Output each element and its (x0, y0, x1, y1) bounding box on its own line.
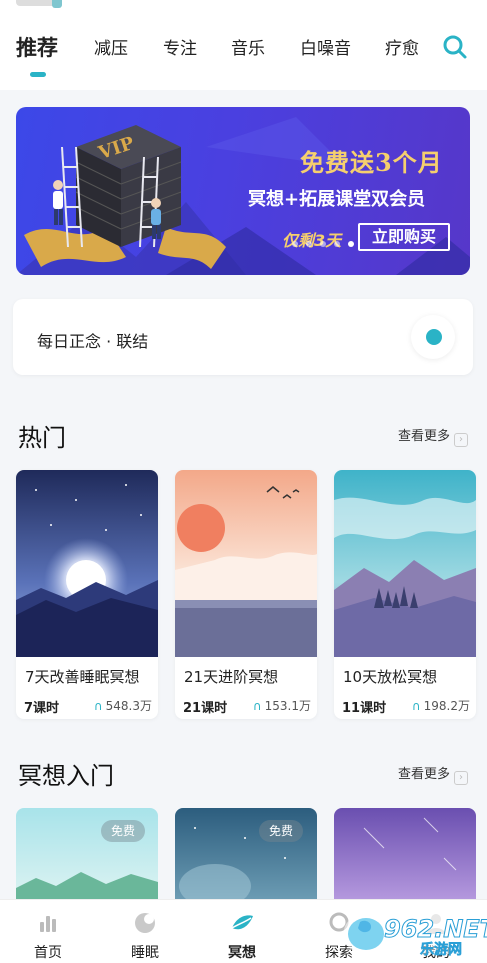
banner-title: 免费送3个月 (300, 148, 443, 177)
nav-meditation[interactable]: 冥想 (207, 900, 277, 963)
free-badge: 免费 (101, 820, 146, 842)
play-icon (426, 329, 442, 345)
course-card-advanced[interactable]: 21天进阶冥想 21课时 ∩ 153.1万 (175, 470, 317, 719)
tab-relax[interactable]: 减压 (94, 34, 128, 59)
headphones-icon: ∩ (93, 699, 103, 713)
home-bars-icon (40, 916, 56, 932)
daily-mindfulness-card[interactable]: 每日正念 · 联结 (13, 299, 473, 375)
tab-focus[interactable]: 专注 (163, 34, 197, 59)
nav-home[interactable]: 首页 (13, 900, 83, 963)
course-lessons: 11课时 (342, 701, 387, 716)
free-badge: 免费 (259, 820, 304, 842)
see-more-label: 查看更多 (398, 767, 451, 782)
headphones-icon: ∩ (252, 699, 262, 713)
intro-course-card[interactable]: 免费 (175, 808, 317, 904)
chevron-right-icon: › (454, 771, 469, 785)
intro-section-title: 冥想入门 (18, 762, 114, 790)
course-title: 21天进阶冥想 (184, 668, 279, 686)
intro-cover-purple-sky (334, 808, 476, 904)
play-button[interactable] (411, 315, 455, 359)
watermark-subtext: 乐游网 (420, 942, 463, 959)
moon-icon (135, 913, 155, 933)
course-lessons: 7课时 (24, 701, 60, 716)
course-cover-sunset-sea (175, 470, 317, 657)
intro-see-more[interactable]: 查看更多 › (398, 763, 469, 785)
course-plays: ∩ 548.3万 (94, 697, 152, 714)
meditation-leaf-icon (231, 915, 253, 930)
carousel-dots (292, 241, 354, 247)
carousel-dot-active[interactable] (348, 241, 354, 247)
carousel-dot[interactable] (306, 241, 312, 247)
course-lessons: 21课时 (183, 701, 228, 716)
status-ghost-accent (52, 0, 62, 8)
course-cover-mountain-lake (334, 470, 476, 657)
nav-sleep[interactable]: 睡眠 (110, 900, 180, 963)
banner-subtitle: 冥想+拓展课堂双会员 (248, 189, 426, 210)
headphones-icon: ∩ (411, 699, 421, 713)
course-title: 7天改善睡眠冥想 (25, 668, 140, 686)
buy-now-button[interactable]: 立即购买 (358, 223, 450, 251)
intro-course-card[interactable]: 免费 (16, 808, 158, 904)
course-cover-night-moon (16, 470, 158, 657)
tab-recommend[interactable]: 推荐 (16, 32, 58, 62)
nav-label: 首页 (34, 945, 62, 961)
promo-banner[interactable]: VIP 免费送3个月 冥想+拓展课堂双会员 仅剩3天 立即购买 (16, 107, 470, 275)
tab-music[interactable]: 音乐 (231, 34, 265, 59)
status-strip (0, 0, 487, 10)
popular-see-more[interactable]: 查看更多 › (398, 425, 469, 447)
course-plays: ∩ 198.2万 (412, 697, 470, 714)
banner-countdown: 仅剩3天 (282, 231, 342, 250)
course-card-relax[interactable]: 10天放松冥想 11课时 ∩ 198.2万 (334, 470, 476, 719)
chevron-right-icon: › (454, 433, 469, 447)
popular-section-title: 热门 (18, 424, 66, 452)
tab-white-noise[interactable]: 白噪音 (300, 34, 351, 59)
play-count: 153.1万 (264, 699, 311, 713)
carousel-dot[interactable] (320, 241, 326, 247)
play-count: 198.2万 (423, 699, 470, 713)
carousel-dot[interactable] (292, 241, 298, 247)
tab-healing[interactable]: 疗愈 (385, 34, 419, 59)
nav-label: 睡眠 (131, 945, 159, 961)
course-plays: ∩ 153.1万 (253, 697, 311, 714)
search-icon[interactable] (442, 34, 468, 60)
category-tabs: 推荐 减压 专注 音乐 白噪音 疗愈 (0, 10, 487, 90)
active-tab-indicator (30, 72, 46, 77)
carousel-dot[interactable] (334, 241, 340, 247)
intro-course-card[interactable] (334, 808, 476, 904)
see-more-label: 查看更多 (398, 429, 451, 444)
course-title: 10天放松冥想 (343, 668, 438, 686)
course-card-sleep[interactable]: 7天改善睡眠冥想 7课时 ∩ 548.3万 (16, 470, 158, 719)
play-count: 548.3万 (105, 699, 152, 713)
nav-label: 冥想 (228, 945, 256, 961)
daily-mindfulness-text: 每日正念 · 联结 (37, 332, 149, 351)
